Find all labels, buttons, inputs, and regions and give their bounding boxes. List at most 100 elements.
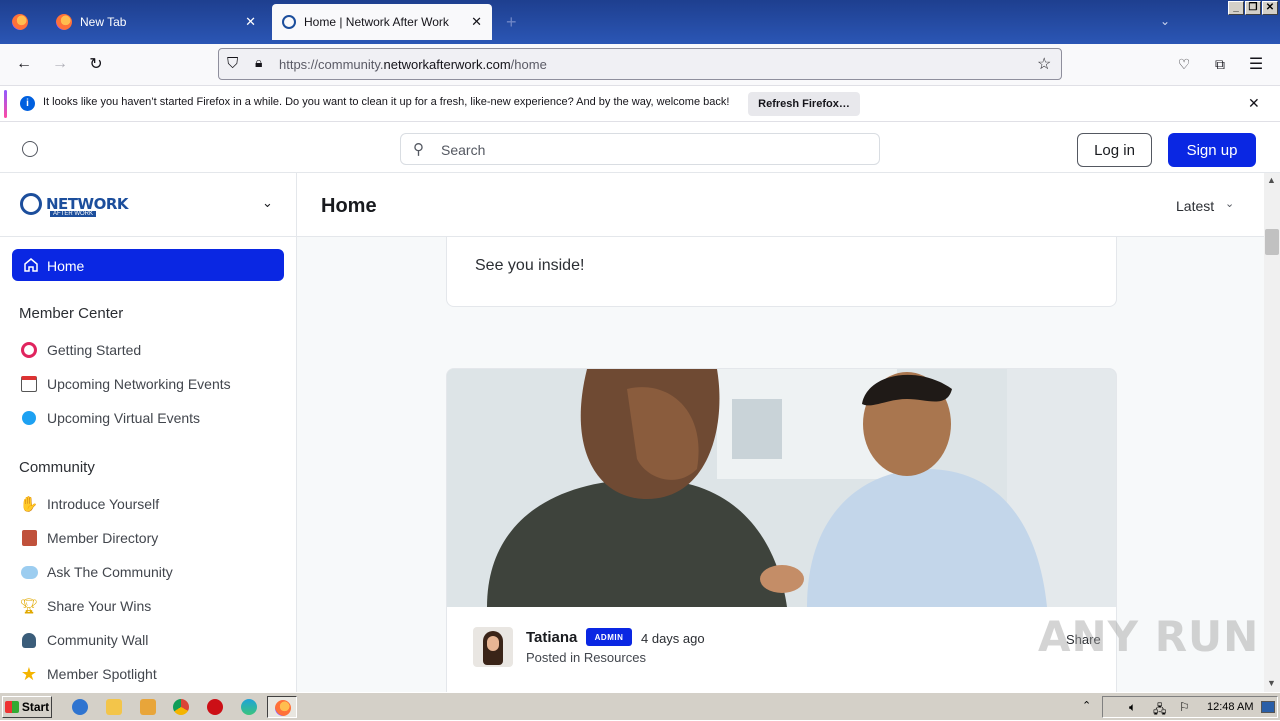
section-member-center[interactable]: Member Center (19, 305, 123, 322)
url-text: https://community.networkafterwork.com/h… (279, 57, 547, 72)
sidebar-item-label: Member Spotlight (47, 666, 157, 682)
clock: 12:48 AM (1207, 701, 1254, 713)
tray-expand-icon[interactable]: ⌃ (1082, 699, 1091, 712)
trophy-icon: 🏆︎ (19, 598, 39, 615)
media-player-icon[interactable] (140, 699, 156, 715)
brand-header[interactable]: NETWORK AFTER WORK ⌄ (0, 173, 296, 237)
forward-arrow-icon[interactable]: → (50, 54, 70, 74)
author-name[interactable]: Tatiana (526, 629, 577, 646)
tab-title: New Tab (80, 15, 127, 29)
sidebar-item-label: Introduce Yourself (47, 496, 160, 512)
close-tab-icon[interactable]: ✕ (471, 14, 482, 30)
post-cover-image[interactable] (447, 369, 1116, 607)
logo-subtext: AFTER WORK (50, 211, 96, 217)
post-card[interactable]: Tatiana ADMIN 4 days ago Posted in Resou… (446, 368, 1117, 692)
restore-window-icon[interactable]: ❐ (1245, 1, 1261, 15)
chevron-down-icon[interactable]: ⌄ (262, 195, 273, 211)
list-all-tabs-chevron-icon[interactable]: ⌄ (1160, 14, 1170, 28)
close-tab-icon[interactable]: ✕ (245, 14, 256, 30)
blue-circle-icon (19, 408, 39, 428)
refresh-firefox-button[interactable]: Refresh Firefox… (748, 92, 860, 116)
anyrun-watermark: ANY RUN (1038, 612, 1260, 661)
sidebar-item-label: Upcoming Virtual Events (47, 410, 201, 426)
chevron-down-icon[interactable]: ⌄ (1225, 197, 1234, 210)
calendar-icon (19, 374, 39, 394)
speech-bubble-icon (19, 562, 39, 582)
scroll-down-icon[interactable]: ▼ (1267, 678, 1276, 688)
sort-dropdown[interactable]: Latest (1176, 198, 1214, 214)
star-icon: ★ (20, 663, 38, 684)
shield-icon[interactable]: ⛉ (227, 55, 238, 72)
flag-icon[interactable]: ⚐ (1179, 700, 1190, 714)
post-body-text: See you inside! (475, 257, 585, 274)
post-card-welcome[interactable]: See you inside! (446, 233, 1117, 307)
sidebar-item-home[interactable]: Home (12, 249, 284, 281)
minimize-window-icon[interactable]: _ (1228, 1, 1244, 15)
info-icon: i (20, 96, 35, 111)
sidebar-item-member-directory[interactable]: Member Directory (19, 527, 158, 549)
back-arrow-icon[interactable]: ← (14, 54, 34, 74)
windows-logo-icon (4, 701, 19, 713)
page-title: Home (321, 195, 377, 217)
tab-network-after-work[interactable]: Home | Network After Work ✕ (272, 4, 492, 40)
section-community[interactable]: Community (19, 459, 95, 476)
close-notification-icon[interactable]: ✕ (1248, 95, 1260, 112)
post-timestamp[interactable]: 4 days ago (641, 631, 705, 646)
windows-taskbar: Start ⌃ 🔈︎ 🖧 ⚐ 12:48 AM (0, 692, 1280, 720)
new-tab-plus-icon[interactable]: + (506, 12, 517, 33)
firefox-logo-icon (12, 14, 28, 30)
close-window-icon[interactable]: ✕ (1262, 1, 1278, 15)
browser-nav-bar: ← → ↻ ⛉ 🔒︎ https://community.networkafte… (0, 44, 1280, 86)
sidebar-item-getting-started[interactable]: Getting Started (19, 339, 141, 361)
firefox-notification-bar: i It looks like you haven’t started Fire… (0, 86, 1280, 122)
login-button[interactable]: Log in (1077, 133, 1152, 167)
scroll-up-icon[interactable]: ▲ (1267, 175, 1276, 185)
taskbar-firefox-window[interactable] (267, 696, 297, 718)
internet-explorer-icon[interactable] (72, 699, 88, 715)
sidebar-item-label: Community Wall (47, 632, 149, 648)
sidebar-item-share-your-wins[interactable]: 🏆︎ Share Your Wins (19, 595, 151, 617)
globe-icon[interactable] (22, 141, 38, 157)
lock-icon[interactable]: 🔒︎ (255, 54, 262, 71)
opera-icon[interactable] (207, 699, 223, 715)
chrome-icon[interactable] (173, 699, 189, 715)
sidebar-item-ask-the-community[interactable]: Ask The Community (19, 561, 173, 583)
reload-icon[interactable]: ↻ (86, 54, 106, 74)
sidebar-item-member-spotlight[interactable]: ★ Member Spotlight (19, 663, 157, 685)
main-header: Home Latest ⌄ (297, 173, 1264, 237)
firefox-logo-icon (56, 14, 72, 30)
hamburger-menu-icon[interactable]: ☰ (1246, 54, 1266, 74)
search-placeholder: Search (441, 142, 486, 158)
network-after-work-logo[interactable]: NETWORK AFTER WORK (20, 193, 129, 217)
avatar-face (487, 636, 499, 651)
home-icon (24, 258, 38, 272)
bookmark-star-icon[interactable]: ☆ (1037, 54, 1051, 74)
search-input[interactable]: ⚲ Search (400, 133, 880, 165)
pocket-icon[interactable]: ♡ (1174, 54, 1194, 74)
sidebar-item-label: Upcoming Networking Events (47, 376, 231, 392)
firefox-menu-tab[interactable] (6, 4, 36, 40)
show-desktop-icon[interactable] (1261, 701, 1275, 713)
url-prefix: https://community. (279, 57, 384, 72)
sidebar-item-community-wall[interactable]: Community Wall (19, 629, 148, 651)
folder-icon[interactable] (106, 699, 122, 715)
network-icon[interactable]: 🖧 (1153, 700, 1166, 721)
start-button[interactable]: Start (2, 696, 52, 718)
author-avatar[interactable] (473, 627, 513, 667)
sidebar-item-introduce-yourself[interactable]: ✋ Introduce Yourself (19, 493, 159, 515)
sidebar-item-label: Share Your Wins (47, 598, 152, 614)
tab-new-tab[interactable]: New Tab ✕ (44, 4, 266, 40)
address-bar[interactable]: ⛉ 🔒︎ https://community.networkafterwork.… (218, 48, 1062, 80)
volume-icon[interactable]: 🔈︎ (1129, 700, 1136, 715)
signup-button[interactable]: Sign up (1168, 133, 1256, 167)
page-scrollbar[interactable]: ▲ ▼ (1264, 173, 1280, 692)
scrollbar-thumb[interactable] (1265, 229, 1279, 255)
extensions-icon[interactable]: ⧉ (1210, 54, 1230, 74)
edge-icon[interactable] (241, 699, 257, 715)
handshake-photo (447, 369, 1116, 607)
start-label: Start (21, 700, 50, 714)
posted-in-space[interactable]: Posted in Resources (526, 650, 646, 665)
sidebar-item-upcoming-virtual-events[interactable]: Upcoming Virtual Events (19, 407, 200, 429)
sidebar-item-upcoming-networking-events[interactable]: Upcoming Networking Events (19, 373, 231, 395)
notification-accent (4, 90, 7, 118)
